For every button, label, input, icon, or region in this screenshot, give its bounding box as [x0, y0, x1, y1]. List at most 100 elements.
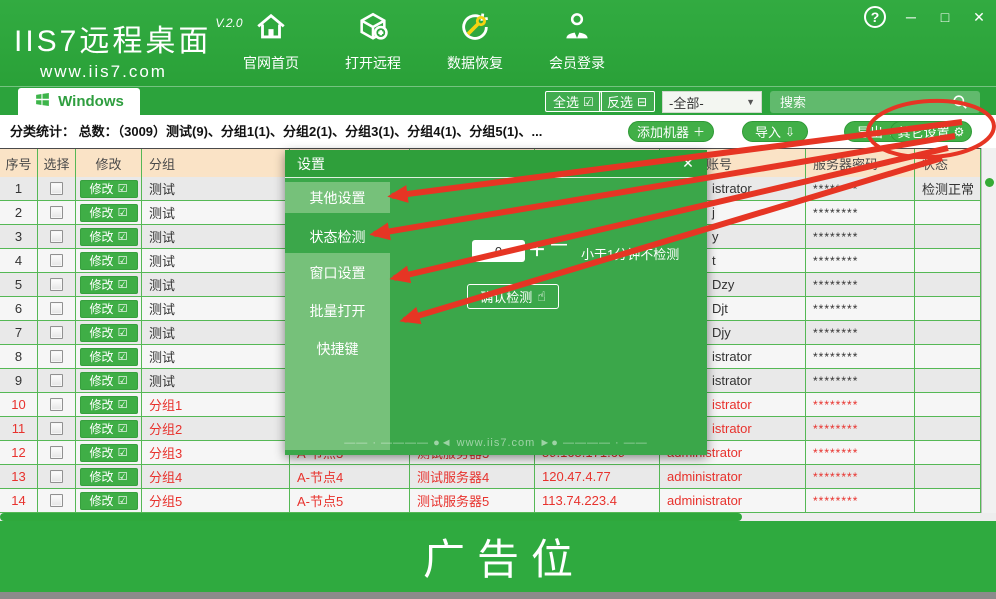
row-password: ******** [806, 489, 915, 512]
nav-data-recovery[interactable]: 数据恢复 [442, 10, 508, 73]
confirm-check-button[interactable]: 确认检测☝ [467, 284, 559, 309]
row-checkbox[interactable] [50, 350, 63, 363]
import-button[interactable]: 导入⇩ [742, 121, 808, 142]
row-select-cell [38, 465, 76, 488]
minimize-button[interactable]: ─ [902, 9, 920, 25]
row-status [915, 249, 981, 272]
row-checkbox[interactable] [50, 182, 63, 195]
modify-button[interactable]: 修改☑ [80, 444, 138, 462]
row-modify-cell: 修改☑ [76, 393, 142, 416]
other-settings-button[interactable]: 其它设置⚙ [890, 121, 972, 142]
window-bottom-border [0, 592, 996, 599]
row-checkbox[interactable] [50, 278, 63, 291]
row-password: ******** [806, 249, 915, 272]
modify-button[interactable]: 修改☑ [80, 420, 138, 438]
modify-button[interactable]: 修改☑ [80, 180, 138, 198]
row-number: 9 [0, 369, 38, 392]
row-password: ******** [806, 441, 915, 464]
interval-input[interactable]: 0 [472, 240, 525, 262]
ad-banner: 广告位 [0, 521, 996, 592]
settings-dialog-titlebar: 设置 ✕ [285, 150, 707, 178]
row-password: ******** [806, 345, 915, 368]
row-modify-cell: 修改☑ [76, 417, 142, 440]
menu-item-status-check[interactable]: 状态检测 [285, 222, 390, 252]
row-checkbox[interactable] [50, 326, 63, 339]
row-ip: 113.74.223.4 [535, 489, 660, 512]
modify-button[interactable]: 修改☑ [80, 396, 138, 414]
row-group: 分组4 [142, 465, 290, 488]
row-password: ******** [806, 273, 915, 296]
horizontal-scrollbar[interactable] [0, 513, 996, 521]
nav-open-remote[interactable]: 打开远程 [340, 10, 406, 73]
row-checkbox[interactable] [50, 398, 63, 411]
row-checkbox[interactable] [50, 302, 63, 315]
menu-item-batch-open[interactable]: 批量打开 [285, 296, 390, 326]
row-password: ******** [806, 201, 915, 224]
row-status [915, 393, 981, 416]
modify-button[interactable]: 修改☑ [80, 468, 138, 486]
logo-title: IIS7远程桌面V.2.0 [14, 16, 243, 60]
row-password: ******** [806, 321, 915, 344]
row-select-cell [38, 249, 76, 272]
vertical-scrollbar-thumb[interactable] [985, 178, 994, 187]
row-status [915, 273, 981, 296]
add-machine-button[interactable]: 添加机器＋ [628, 121, 714, 142]
row-remark: 测试服务器5 [410, 489, 535, 512]
row-select-cell [38, 273, 76, 296]
menu-item-hotkeys[interactable]: 快捷键 [285, 334, 390, 364]
titlebar: IIS7远程桌面V.2.0 www.iis7.com 官网首页 [0, 0, 996, 86]
modify-button[interactable]: 修改☑ [80, 276, 138, 294]
row-modify-cell: 修改☑ [76, 249, 142, 272]
column-header-status: 状态 [915, 149, 981, 177]
tab-windows[interactable]: Windows [18, 88, 140, 115]
menu-item-window-settings[interactable]: 窗口设置 [285, 258, 390, 288]
maximize-button[interactable]: □ [936, 9, 954, 25]
select-all-button[interactable]: 全选☑ [545, 91, 602, 112]
row-checkbox[interactable] [50, 470, 63, 483]
row-modify-cell: 修改☑ [76, 177, 142, 200]
nav-home[interactable]: 官网首页 [238, 10, 304, 73]
help-icon[interactable]: ? [864, 6, 886, 28]
modify-button[interactable]: 修改☑ [80, 348, 138, 366]
menu-item-other-settings[interactable]: 其他设置 [285, 182, 390, 213]
nav-member-login[interactable]: 会员登录 [544, 10, 610, 73]
row-checkbox[interactable] [50, 446, 63, 459]
modify-button[interactable]: 修改☑ [80, 372, 138, 390]
row-checkbox[interactable] [50, 206, 63, 219]
row-checkbox[interactable] [50, 374, 63, 387]
column-header-modify: 修改 [76, 149, 142, 177]
close-button[interactable]: ✕ [970, 9, 988, 26]
modify-button[interactable]: 修改☑ [80, 204, 138, 222]
modify-button[interactable]: 修改☑ [80, 492, 138, 510]
import-icon: ⇩ [785, 126, 795, 138]
increment-button[interactable]: ＋ [528, 236, 546, 262]
invert-select-button[interactable]: 反选⊟ [599, 91, 655, 112]
search-input[interactable] [770, 91, 980, 113]
edit-check-icon: ☑ [118, 422, 128, 435]
group-filter-dropdown[interactable]: -全部-▼ [662, 91, 762, 113]
row-checkbox[interactable] [50, 494, 63, 507]
modify-button[interactable]: 修改☑ [80, 300, 138, 318]
modify-button[interactable]: 修改☑ [80, 324, 138, 342]
row-checkbox[interactable] [50, 254, 63, 267]
row-ip: 120.47.4.77 [535, 465, 660, 488]
edit-check-icon: ☑ [118, 350, 128, 363]
row-group: 分组2 [142, 417, 290, 440]
horizontal-scrollbar-thumb[interactable] [0, 513, 742, 521]
vertical-scrollbar[interactable] [981, 148, 996, 513]
modify-button[interactable]: 修改☑ [80, 228, 138, 246]
decrement-button[interactable]: — [551, 236, 567, 254]
row-group: 测试 [142, 321, 290, 344]
gear-icon: ⚙ [954, 126, 965, 138]
row-checkbox[interactable] [50, 230, 63, 243]
settings-dialog: 设置 ✕ 其他设置 状态检测 窗口设置 批量打开 快捷键 0 ＋ — 小于1分钟… [285, 150, 707, 455]
modify-button[interactable]: 修改☑ [80, 252, 138, 270]
row-number: 14 [0, 489, 38, 512]
row-group: 测试 [142, 369, 290, 392]
row-password: ******** [806, 465, 915, 488]
row-checkbox[interactable] [50, 422, 63, 435]
dialog-close-icon[interactable]: ✕ [679, 155, 697, 172]
edit-check-icon: ☑ [118, 398, 128, 411]
toolbar: Windows 全选☑ 反选⊟ -全部-▼ [0, 86, 996, 115]
row-group: 测试 [142, 225, 290, 248]
